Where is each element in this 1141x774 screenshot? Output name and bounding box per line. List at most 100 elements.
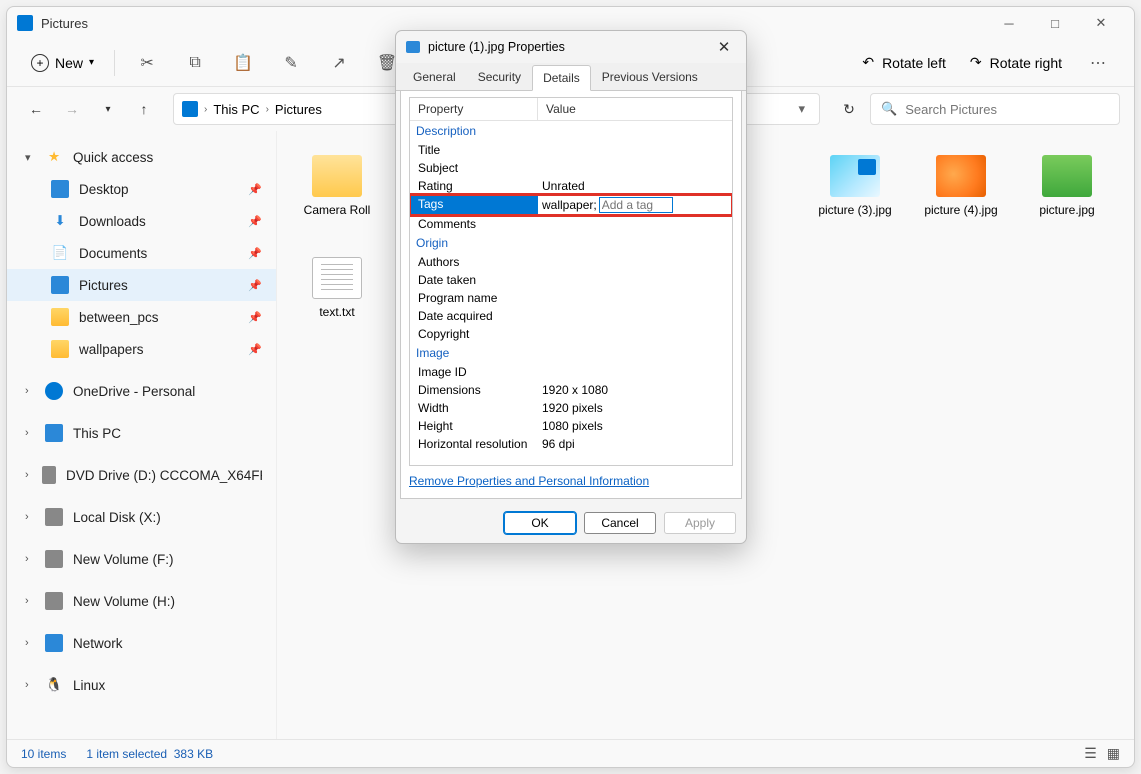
cancel-button[interactable]: Cancel xyxy=(584,512,656,534)
label: New Volume (H:) xyxy=(73,594,175,609)
tab-security[interactable]: Security xyxy=(467,64,532,90)
row-dimensions[interactable]: Dimensions1920 x 1080 xyxy=(410,381,732,399)
tags-input[interactable] xyxy=(599,197,673,213)
disc-icon xyxy=(42,466,55,484)
chevron-right-icon: › xyxy=(266,104,269,115)
row-title[interactable]: Title xyxy=(410,141,732,159)
sidebar-between-pcs[interactable]: between_pcs📌 xyxy=(7,301,276,333)
row-comments[interactable]: Comments xyxy=(410,215,732,233)
search-box[interactable]: 🔍 Search Pictures xyxy=(870,93,1120,125)
sidebar-local-disk-x[interactable]: ›Local Disk (X:) xyxy=(7,501,276,533)
rename-button[interactable]: ✎ xyxy=(269,45,313,81)
rotate-left-button[interactable]: ↶ Rotate left xyxy=(852,48,956,77)
plus-icon: + xyxy=(31,54,49,72)
file-picture-4[interactable]: picture (4).jpg xyxy=(921,155,1001,231)
row-program-name[interactable]: Program name xyxy=(410,289,732,307)
row-subject[interactable]: Subject xyxy=(410,159,732,177)
pin-icon: 📌 xyxy=(248,247,262,260)
more-button[interactable]: ⋯ xyxy=(1076,45,1120,81)
sidebar-pictures[interactable]: Pictures📌 xyxy=(7,269,276,301)
minimize-button[interactable]: ─ xyxy=(986,7,1032,39)
label: DVD Drive (D:) CCCOMA_X64FRE_EN-US xyxy=(66,468,262,483)
row-image-id[interactable]: Image ID xyxy=(410,363,732,381)
row-date-acquired[interactable]: Date acquired xyxy=(410,307,732,325)
refresh-button[interactable]: ↻ xyxy=(834,94,864,124)
sidebar-onedrive[interactable]: ›OneDrive - Personal xyxy=(7,375,276,407)
paste-button[interactable]: 📋 xyxy=(221,45,265,81)
group-origin: Origin xyxy=(410,233,732,253)
sidebar-volume-f[interactable]: ›New Volume (F:) xyxy=(7,543,276,575)
file-picture-3[interactable]: picture (3).jpg xyxy=(815,155,895,231)
rotate-left-icon: ↶ xyxy=(862,54,874,71)
file-label: picture (3).jpg xyxy=(818,203,891,217)
dialog-body: Property Value Description Title Subject… xyxy=(400,91,742,499)
sidebar-wallpapers[interactable]: wallpapers📌 xyxy=(7,333,276,365)
row-authors[interactable]: Authors xyxy=(410,253,732,271)
rotate-right-button[interactable]: ↷ Rotate right xyxy=(960,48,1072,77)
tab-details[interactable]: Details xyxy=(532,65,591,91)
tags-value: wallpaper; xyxy=(542,198,597,212)
clipboard-icon: 📋 xyxy=(233,53,253,73)
row-horizontal-resolution[interactable]: Horizontal resolution96 dpi xyxy=(410,435,732,453)
tab-general[interactable]: General xyxy=(402,64,467,90)
pin-icon: 📌 xyxy=(248,311,262,324)
row-height[interactable]: Height1080 pixels xyxy=(410,417,732,435)
sidebar-network[interactable]: ›Network xyxy=(7,627,276,659)
rotate-left-label: Rotate left xyxy=(882,55,946,71)
row-copyright[interactable]: Copyright xyxy=(410,325,732,343)
file-camera-roll[interactable]: Camera Roll xyxy=(297,155,377,231)
file-picture[interactable]: picture.jpg xyxy=(1027,155,1107,231)
dialog-close-button[interactable]: ✕ xyxy=(712,38,736,56)
row-tags[interactable]: Tags wallpaper; xyxy=(410,195,732,215)
cut-button[interactable]: ✂ xyxy=(125,45,169,81)
col-property: Property xyxy=(410,98,538,120)
property-grid[interactable]: Property Value Description Title Subject… xyxy=(409,97,733,466)
label: Desktop xyxy=(79,182,129,197)
search-placeholder: Search Pictures xyxy=(905,102,997,117)
ok-button[interactable]: OK xyxy=(504,512,576,534)
details-view-button[interactable]: ☰ xyxy=(1084,745,1097,762)
label: Documents xyxy=(79,246,147,261)
sidebar-desktop[interactable]: Desktop📌 xyxy=(7,173,276,205)
properties-dialog: picture (1).jpg Properties ✕ General Sec… xyxy=(395,30,747,544)
close-button[interactable]: ✕ xyxy=(1078,7,1124,39)
up-button[interactable]: ↑ xyxy=(129,94,159,124)
apply-button[interactable]: Apply xyxy=(664,512,736,534)
maximize-button[interactable]: □ xyxy=(1032,7,1078,39)
selected-count: 1 item selected xyxy=(86,747,167,761)
breadcrumb-root[interactable]: This PC xyxy=(213,102,259,117)
row-rating[interactable]: RatingUnrated xyxy=(410,177,732,195)
new-button[interactable]: + New ▾ xyxy=(21,48,104,78)
forward-button[interactable]: → xyxy=(57,94,87,124)
history-button[interactable]: ▾ xyxy=(93,94,123,124)
image-thumbnail xyxy=(1042,155,1092,197)
sidebar-linux[interactable]: ›🐧Linux xyxy=(7,669,276,701)
icons-view-button[interactable]: ▦ xyxy=(1107,745,1120,762)
folder-icon xyxy=(51,340,69,358)
window-controls: ─ □ ✕ xyxy=(986,7,1124,39)
sidebar-documents[interactable]: 📄Documents📌 xyxy=(7,237,276,269)
sidebar-quick-access[interactable]: ▾★Quick access xyxy=(7,141,276,173)
chevron-down-icon[interactable]: ▾ xyxy=(798,101,805,117)
label: This PC xyxy=(73,426,121,441)
sidebar-downloads[interactable]: ⬇Downloads📌 xyxy=(7,205,276,237)
pin-icon: 📌 xyxy=(248,343,262,356)
remove-properties-link[interactable]: Remove Properties and Personal Informati… xyxy=(409,466,733,492)
file-label: picture.jpg xyxy=(1039,203,1094,217)
row-date-taken[interactable]: Date taken xyxy=(410,271,732,289)
scissors-icon: ✂ xyxy=(140,53,153,73)
sidebar-dvd-drive[interactable]: ›DVD Drive (D:) CCCOMA_X64FRE_EN-US xyxy=(7,459,276,491)
label: OneDrive - Personal xyxy=(73,384,195,399)
location-icon xyxy=(182,101,198,117)
copy-button[interactable]: ⧉ xyxy=(173,45,217,81)
sidebar-this-pc[interactable]: ›This PC xyxy=(7,417,276,449)
file-icon xyxy=(406,41,420,53)
file-text-txt[interactable]: text.txt xyxy=(297,257,377,319)
back-button[interactable]: ← xyxy=(21,94,51,124)
sidebar-volume-h[interactable]: ›New Volume (H:) xyxy=(7,585,276,617)
breadcrumb-current[interactable]: Pictures xyxy=(275,102,322,117)
network-icon xyxy=(45,634,63,652)
row-width[interactable]: Width1920 pixels xyxy=(410,399,732,417)
tab-previous-versions[interactable]: Previous Versions xyxy=(591,64,709,90)
share-button[interactable]: ↗ xyxy=(317,45,361,81)
